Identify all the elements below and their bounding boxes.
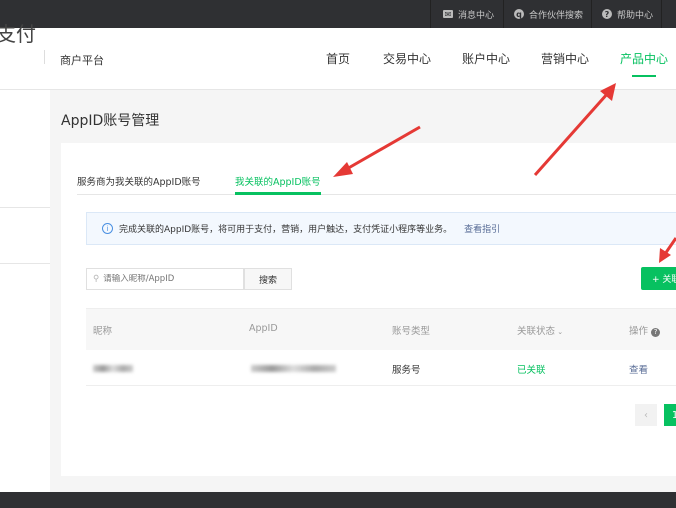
label: 关联状态 — [517, 326, 556, 337]
logo[interactable]: 支付 — [0, 18, 36, 47]
tab-provider-linked[interactable]: 服务商为我关联的AppID账号 — [77, 174, 201, 188]
page-title: AppID账号管理 — [61, 113, 160, 129]
label: 操作 — [629, 326, 649, 337]
info-icon: i — [102, 223, 113, 234]
tab-my-linked[interactable]: 我关联的AppID账号 — [235, 174, 321, 188]
add-link-button[interactable]: + 关联 — [641, 267, 676, 290]
mail-icon: ✉ — [443, 9, 453, 19]
column-link-status[interactable]: 关联状态 ⌄ — [517, 323, 563, 337]
nav-product-center[interactable]: 产品中心 — [620, 50, 668, 77]
column-action: 操作 ? — [629, 323, 661, 337]
appid-redacted — [251, 365, 336, 372]
divider — [661, 0, 676, 28]
table-header: 昵称 AppID 账号类型 关联状态 ⌄ 操作 ? — [86, 308, 676, 350]
account-type: 服务号 — [392, 365, 421, 376]
notice-banner: i 完成关联的AppID账号，将可用于支付，营销，用户触达，支付凭证小程序等业务… — [86, 212, 676, 245]
status-badge: 已关联 — [517, 365, 546, 376]
column-appid: AppID — [249, 323, 278, 334]
nav-home[interactable]: 首页 — [326, 50, 350, 67]
search-icon: ⚲ — [93, 274, 100, 284]
column-nickname: 昵称 — [93, 326, 113, 337]
top-bar: ✉ 消息中心 q 合作伙伴搜索 ? 帮助中心 — [0, 0, 676, 28]
divider — [77, 194, 676, 195]
divider — [0, 207, 50, 208]
search-icon: q — [514, 9, 524, 19]
table-row: 服务号 已关联 查看 — [86, 350, 676, 386]
prev-page-button[interactable]: ‹ — [635, 404, 657, 426]
divider — [44, 50, 45, 64]
nav-account-center[interactable]: 账户中心 — [462, 50, 510, 67]
search-box: ⚲ — [86, 268, 244, 290]
help-center-link[interactable]: ? 帮助中心 — [591, 0, 661, 28]
search-button[interactable]: 搜索 — [244, 268, 292, 290]
notice-text: 完成关联的AppID账号，将可用于支付，营销，用户触达，支付凭证小程序等业务。 — [119, 225, 453, 235]
partner-search-link[interactable]: q 合作伙伴搜索 — [503, 0, 591, 28]
help-icon: ? — [602, 9, 612, 19]
sidebar — [0, 90, 50, 492]
chevron-down-icon: ⌄ — [555, 328, 564, 336]
message-center-link[interactable]: ✉ 消息中心 — [430, 0, 505, 28]
view-link[interactable]: 查看 — [629, 362, 648, 376]
label: 合作伙伴搜索 — [529, 10, 584, 21]
nav-trade-center[interactable]: 交易中心 — [383, 50, 431, 67]
footer — [0, 492, 676, 508]
label: 消息中心 — [458, 10, 495, 21]
column-account-type: 账号类型 — [392, 326, 431, 337]
search-input[interactable] — [103, 274, 234, 284]
platform-name: 商户平台 — [60, 54, 104, 67]
nickname-redacted — [93, 365, 133, 372]
help-icon[interactable]: ? — [651, 328, 661, 337]
view-guide-link[interactable]: 查看指引 — [464, 222, 500, 235]
label: 帮助中心 — [617, 10, 654, 21]
tab-indicator — [235, 192, 321, 195]
content-card: 服务商为我关联的AppID账号 我关联的AppID账号 i 完成关联的AppID… — [61, 143, 676, 476]
nav-marketing-center[interactable]: 营销中心 — [541, 50, 589, 67]
divider — [0, 263, 50, 264]
page-1-button[interactable]: 1 — [664, 404, 676, 426]
